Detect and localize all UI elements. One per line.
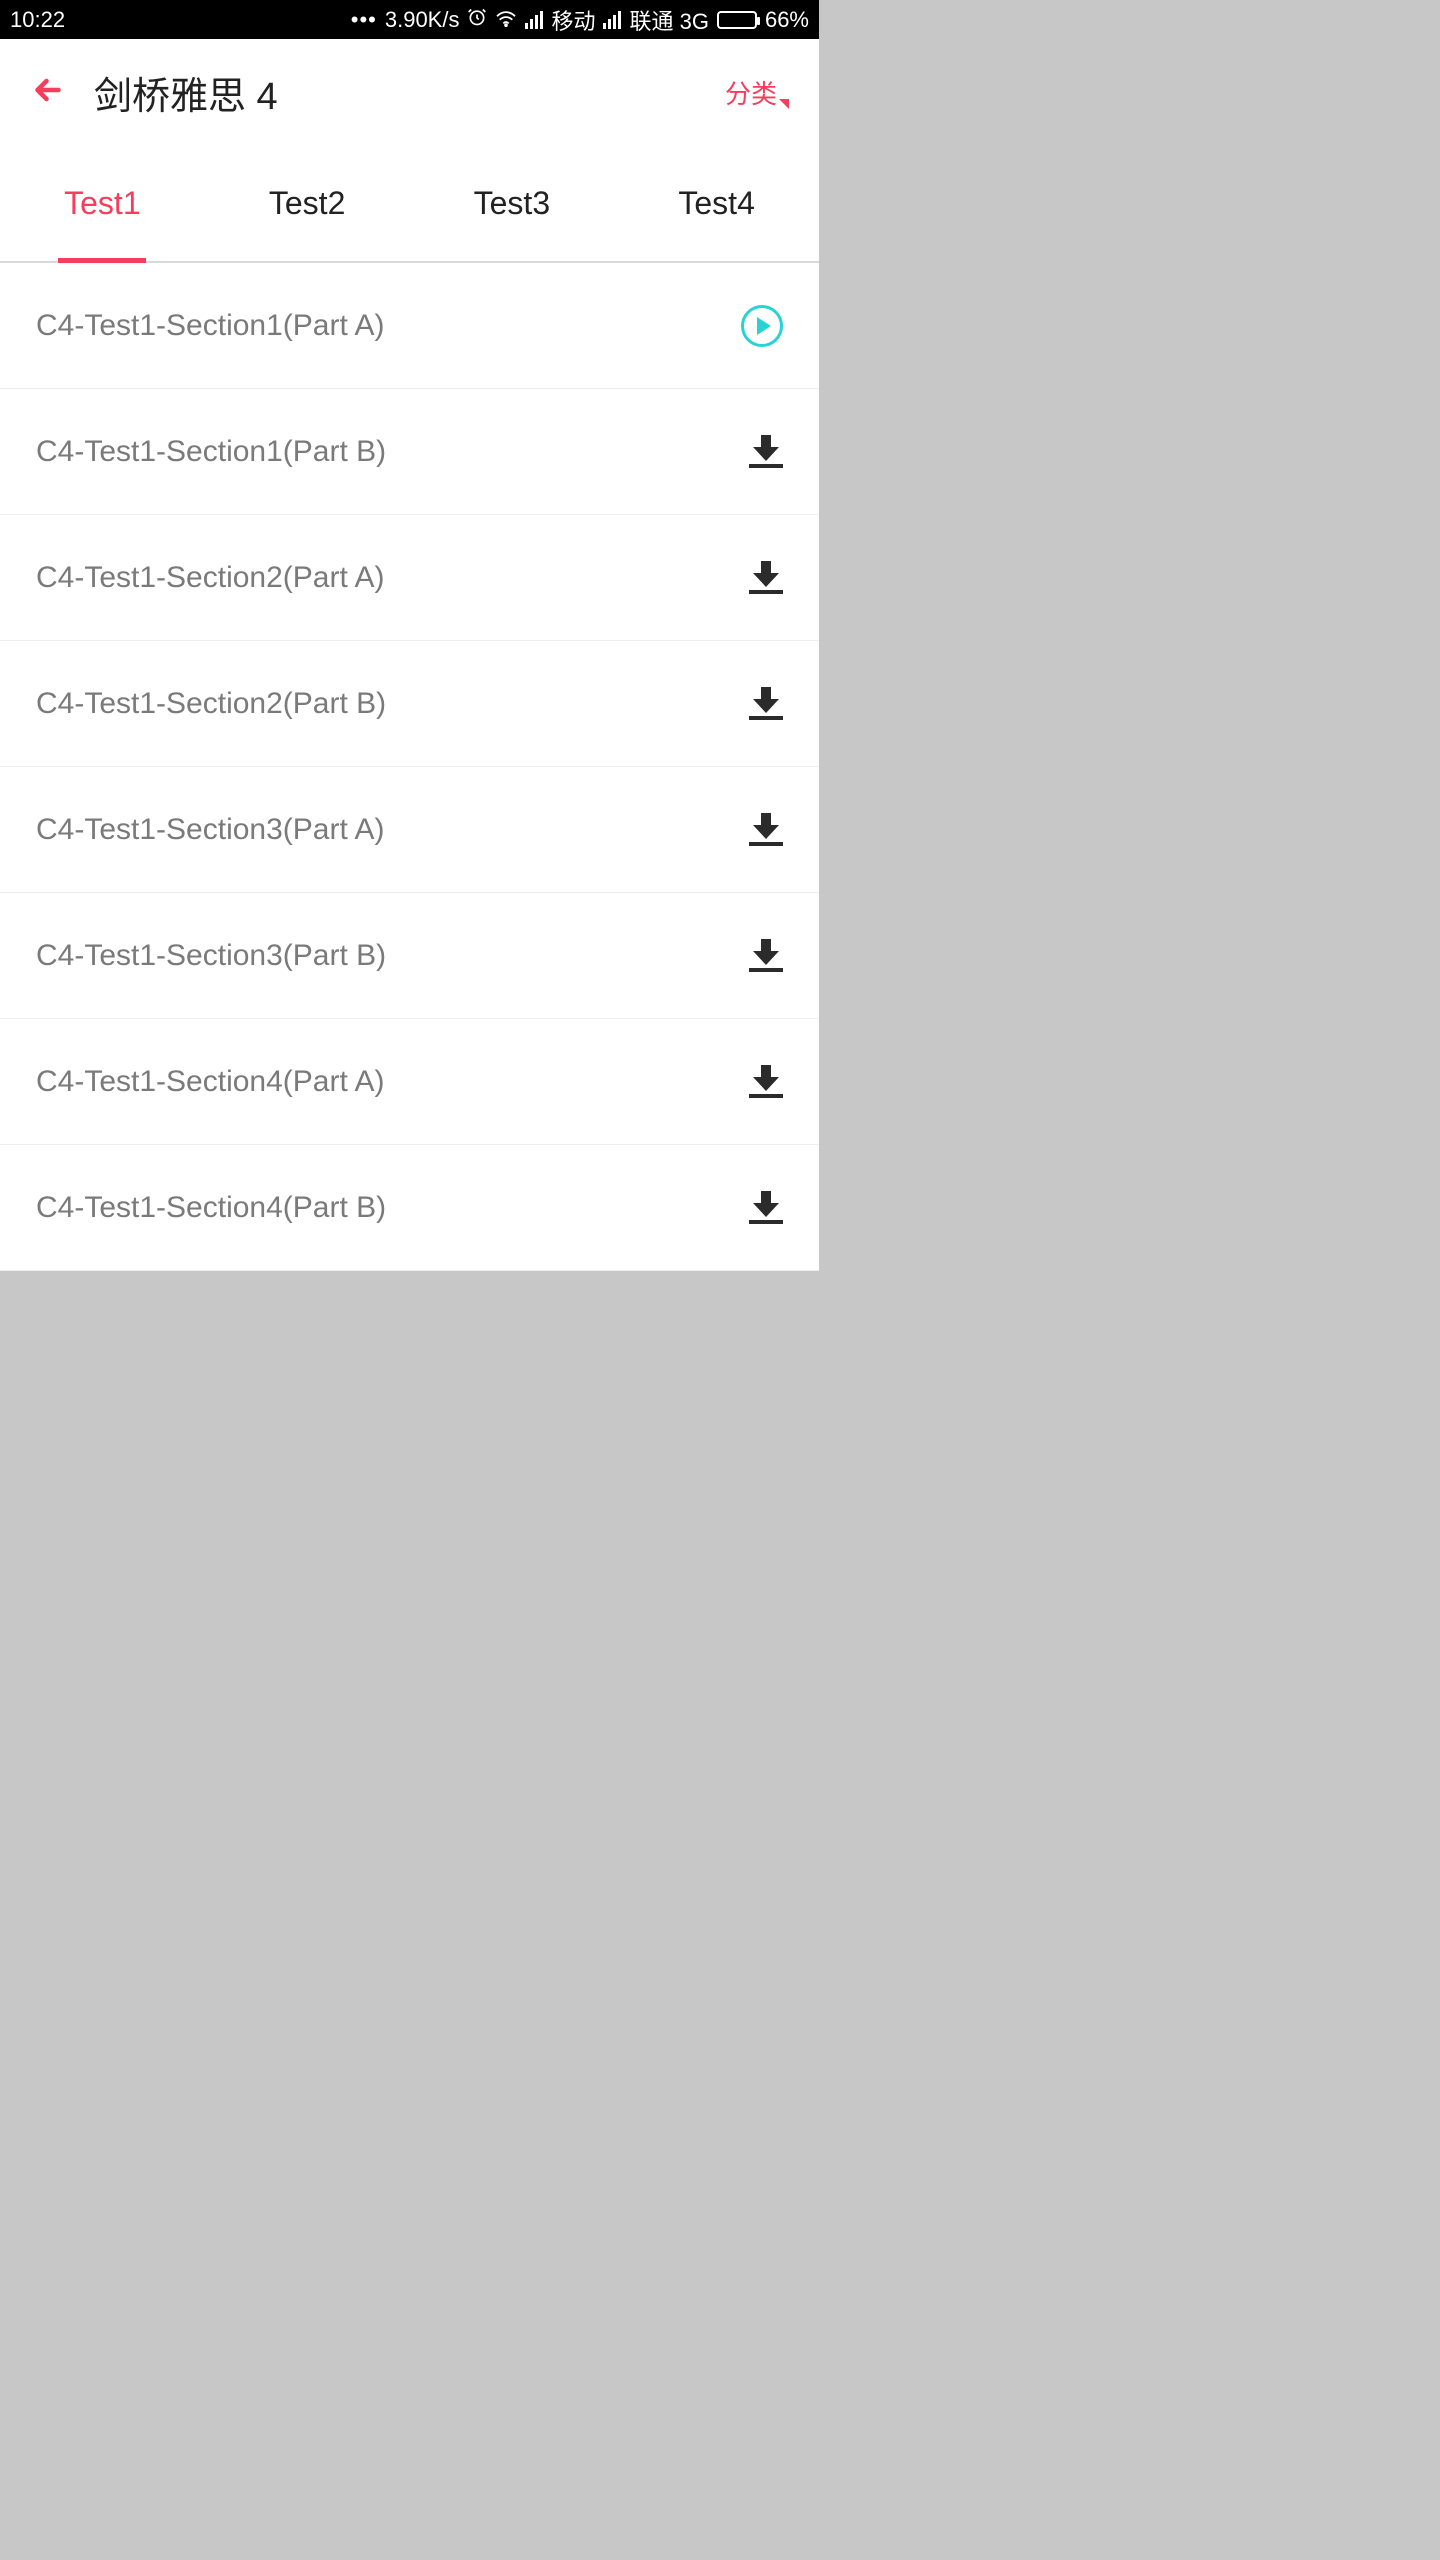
signal-icon-2 xyxy=(603,11,621,29)
download-icon xyxy=(749,1065,783,1098)
download-icon xyxy=(749,939,783,972)
tab-test3[interactable]: Test3 xyxy=(410,146,615,261)
item-label: C4-Test1-Section1(Part B) xyxy=(36,435,386,469)
status-speed: 3.90K/s xyxy=(385,7,460,33)
item-label: C4-Test1-Section2(Part B) xyxy=(36,687,386,721)
tab-label: Test4 xyxy=(678,185,754,222)
battery-icon xyxy=(717,11,757,29)
alarm-icon xyxy=(467,7,487,33)
app-bar: 剑桥雅思 4 分类 xyxy=(0,39,819,146)
more-icon: ••• xyxy=(351,7,377,33)
download-button[interactable] xyxy=(749,1191,783,1224)
list-item[interactable]: C4-Test1-Section4(Part A) xyxy=(0,1019,819,1145)
tab-label: Test3 xyxy=(474,185,550,222)
play-icon xyxy=(741,305,783,347)
download-icon xyxy=(749,813,783,846)
item-label: C4-Test1-Section3(Part A) xyxy=(36,813,384,847)
section-list: C4-Test1-Section1(Part A) C4-Test1-Secti… xyxy=(0,263,819,1271)
list-item[interactable]: C4-Test1-Section2(Part B) xyxy=(0,641,819,767)
status-battery: 66% xyxy=(765,7,809,33)
item-label: C4-Test1-Section4(Part B) xyxy=(36,1191,386,1225)
list-item[interactable]: C4-Test1-Section1(Part A) xyxy=(0,263,819,389)
play-button[interactable] xyxy=(741,305,783,347)
tabs: Test1 Test2 Test3 Test4 xyxy=(0,146,819,263)
item-label: C4-Test1-Section1(Part A) xyxy=(36,309,384,343)
list-item[interactable]: C4-Test1-Section3(Part B) xyxy=(0,893,819,1019)
download-icon xyxy=(749,561,783,594)
download-button[interactable] xyxy=(749,1065,783,1098)
list-item[interactable]: C4-Test1-Section1(Part B) xyxy=(0,389,819,515)
status-time: 10:22 xyxy=(10,7,65,33)
tab-label: Test1 xyxy=(64,185,140,222)
tab-test4[interactable]: Test4 xyxy=(614,146,819,261)
signal-icon-1 xyxy=(525,11,543,29)
status-carrier-2: 联通 3G xyxy=(629,4,708,36)
tab-test1[interactable]: Test1 xyxy=(0,146,205,261)
download-button[interactable] xyxy=(749,687,783,720)
back-button[interactable] xyxy=(30,72,66,113)
item-label: C4-Test1-Section2(Part A) xyxy=(36,561,384,595)
status-bar: 10:22 ••• 3.90K/s 移动 联通 3G 66% xyxy=(0,0,819,39)
list-item[interactable]: C4-Test1-Section2(Part A) xyxy=(0,515,819,641)
filter-button[interactable]: 分类 xyxy=(725,74,789,111)
download-icon xyxy=(749,435,783,468)
item-label: C4-Test1-Section4(Part A) xyxy=(36,1065,384,1099)
status-right: ••• 3.90K/s 移动 联通 3G 66% xyxy=(351,4,809,36)
download-icon xyxy=(749,1191,783,1224)
download-button[interactable] xyxy=(749,435,783,468)
page-title: 剑桥雅思 4 xyxy=(94,65,278,120)
list-item[interactable]: C4-Test1-Section3(Part A) xyxy=(0,767,819,893)
item-label: C4-Test1-Section3(Part B) xyxy=(36,939,386,973)
filter-label: 分类 xyxy=(725,74,777,111)
download-button[interactable] xyxy=(749,813,783,846)
tab-test2[interactable]: Test2 xyxy=(205,146,410,261)
status-carrier-1: 移动 xyxy=(551,4,595,36)
list-item[interactable]: C4-Test1-Section4(Part B) xyxy=(0,1145,819,1271)
download-button[interactable] xyxy=(749,561,783,594)
dropdown-triangle-icon xyxy=(779,99,789,109)
download-icon xyxy=(749,687,783,720)
wifi-icon xyxy=(495,7,517,33)
tab-label: Test2 xyxy=(269,185,345,222)
download-button[interactable] xyxy=(749,939,783,972)
